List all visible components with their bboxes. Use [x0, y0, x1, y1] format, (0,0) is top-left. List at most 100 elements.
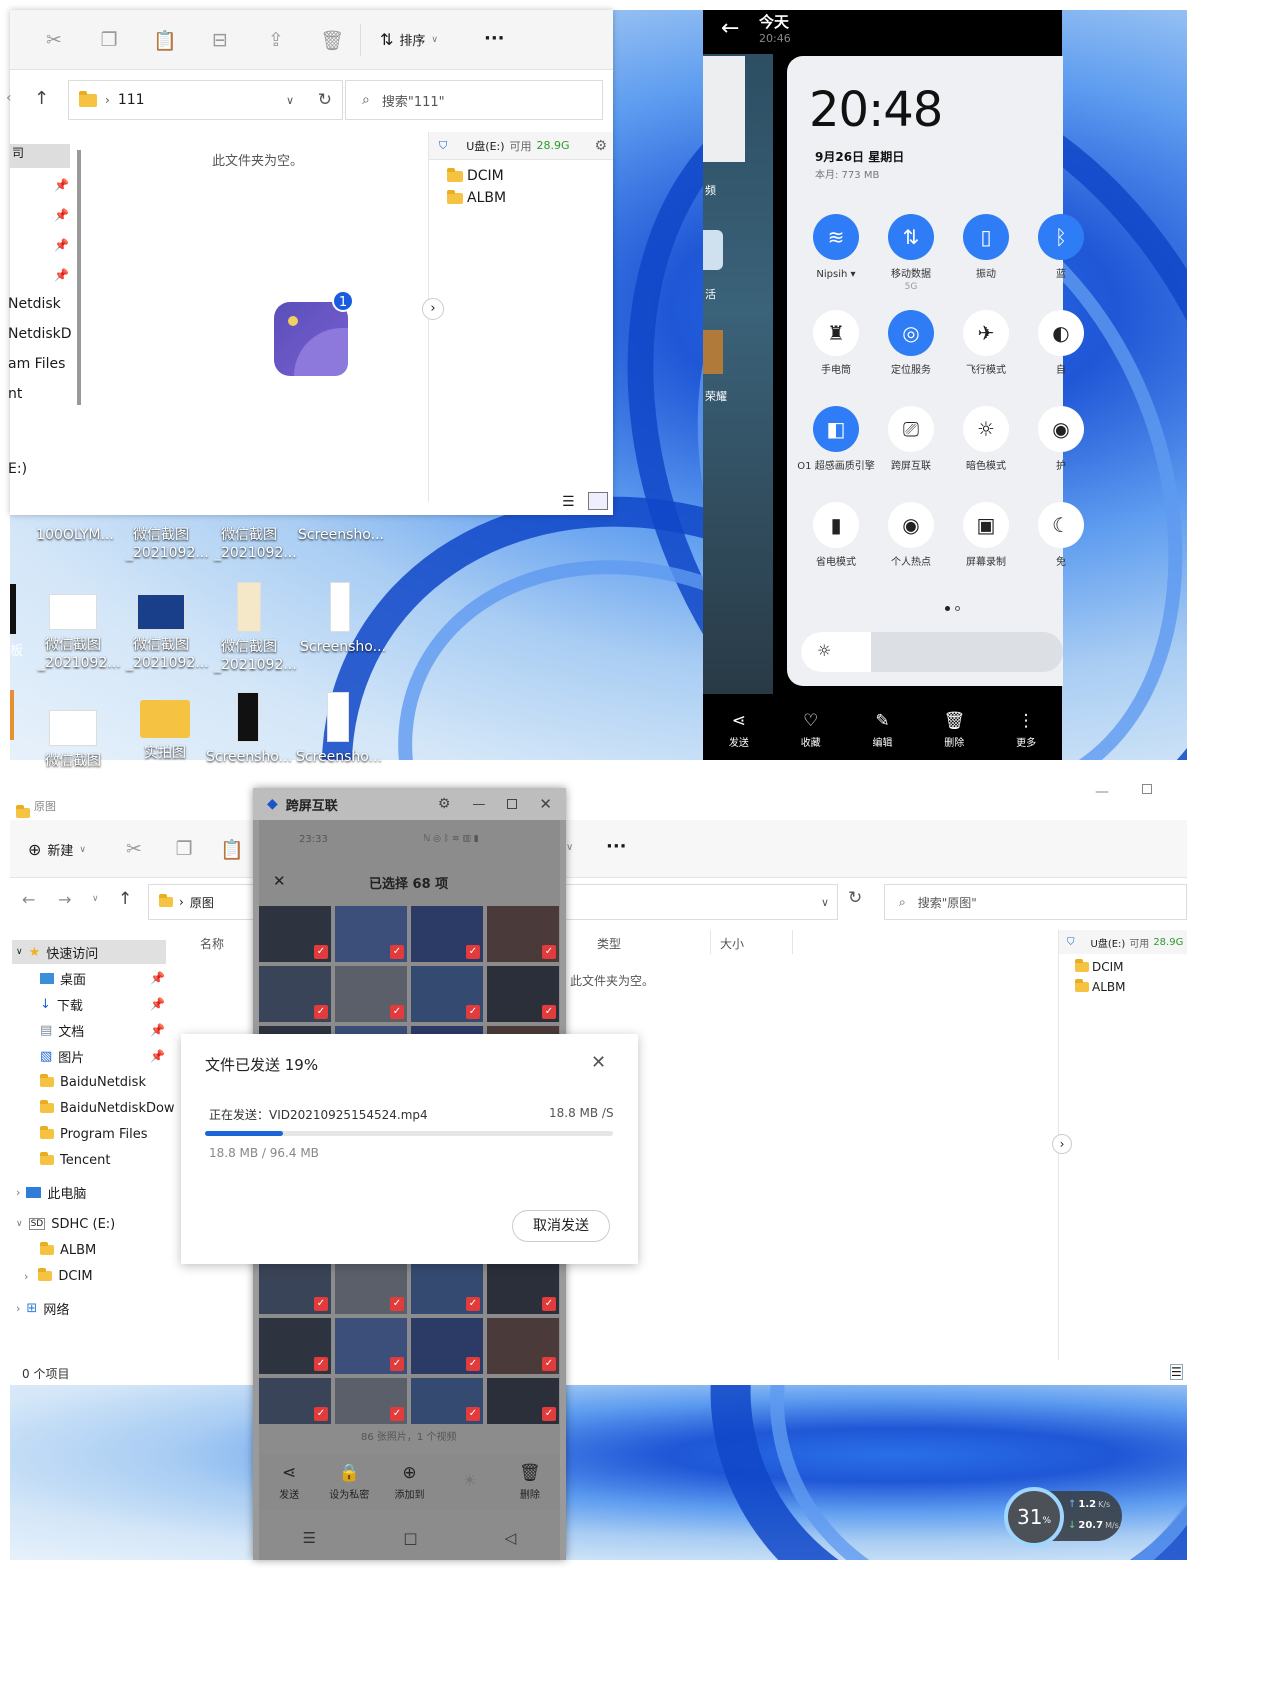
details-view-icon[interactable]: ☰: [1170, 1364, 1183, 1380]
home-square-icon[interactable]: □: [403, 1529, 417, 1547]
copy-icon[interactable]: ❐: [170, 835, 198, 863]
sidebar-item[interactable]: E:): [8, 461, 27, 477]
photo-thumbnail[interactable]: ✓: [259, 1258, 331, 1314]
new-button[interactable]: ⊕ 新建 ∨: [28, 840, 86, 859]
photo-thumbnail[interactable]: ✓: [259, 966, 331, 1022]
back-triangle-icon[interactable]: ◁: [505, 1529, 517, 1547]
checkbox-checked-icon[interactable]: ✓: [466, 1357, 480, 1371]
column-header-type[interactable]: 类型: [597, 935, 621, 952]
photo-thumbnail[interactable]: ✓: [259, 1318, 331, 1374]
brightness-slider[interactable]: ☼: [801, 632, 1063, 672]
sort-button[interactable]: ⇅ 排序 ∨: [380, 30, 438, 49]
photo-thumbnail[interactable]: ✓: [259, 1378, 331, 1424]
photo-thumbnail[interactable]: ✓: [411, 1258, 483, 1314]
sidebar-item-folder[interactable]: ALBM: [40, 1238, 96, 1262]
photo-thumbnail[interactable]: ✓: [411, 1318, 483, 1374]
add-to-button[interactable]: ⊕ 添加到: [384, 1463, 434, 1501]
checkbox-checked-icon[interactable]: ✓: [542, 945, 556, 959]
desktop-icon[interactable]: 实拍图: [130, 700, 200, 762]
desktop-icon[interactable]: 微信截图 _2021092...: [38, 594, 121, 672]
quick-setting-tile[interactable]: ◐ 自: [1021, 310, 1101, 377]
desktop-icon[interactable]: 微信截图 _2021092...: [214, 582, 297, 674]
more-button[interactable]: ···: [606, 836, 627, 857]
maximize-icon[interactable]: [507, 799, 518, 809]
quick-setting-tile[interactable]: ♜ 手电筒: [796, 310, 876, 377]
quick-setting-tile[interactable]: ▣ 屏幕录制: [946, 502, 1026, 569]
checkbox-checked-icon[interactable]: ✓: [542, 1297, 556, 1311]
quick-setting-tile[interactable]: ☼ 暗色模式: [946, 406, 1026, 473]
share-button[interactable]: ⋖ 发送: [264, 1463, 314, 1501]
address-bar[interactable]: › 111 ∨ ↻: [68, 80, 343, 120]
column-header-size[interactable]: 大小: [720, 935, 744, 952]
photo-thumbnail[interactable]: ✓: [335, 1378, 407, 1424]
usb-folder-item[interactable]: ALBM: [1059, 974, 1187, 994]
sidebar-selected-item[interactable]: 司: [10, 144, 70, 168]
photo-thumbnail[interactable]: ✓: [411, 906, 483, 962]
expand-panel-button[interactable]: ›: [422, 298, 444, 320]
sidebar-item-sdhc[interactable]: ∨ SD SDHC (E:): [16, 1212, 115, 1236]
minimize-icon[interactable]: —: [472, 797, 485, 812]
rename-icon[interactable]: ⊟: [206, 26, 234, 54]
recent-dropdown-icon[interactable]: ∨: [92, 894, 99, 904]
checkbox-checked-icon[interactable]: ✓: [390, 945, 404, 959]
photo-thumbnail[interactable]: ✓: [487, 966, 559, 1022]
quick-setting-tile[interactable]: ≋ Nipsih ▾: [796, 214, 876, 281]
desktop-icon[interactable]: 微信截图 _2021092...: [126, 594, 209, 672]
cancel-send-button[interactable]: 取消发送: [512, 1210, 610, 1242]
cut-icon[interactable]: ✂: [120, 835, 148, 863]
column-header-name[interactable]: 名称: [200, 935, 224, 952]
checkbox-checked-icon[interactable]: ✓: [466, 1005, 480, 1019]
checkbox-checked-icon[interactable]: ✓: [314, 1297, 328, 1311]
refresh-icon[interactable]: ↻: [318, 90, 332, 110]
up-arrow-icon[interactable]: ↑: [34, 88, 49, 109]
usb-folder-item[interactable]: ALBM: [429, 184, 613, 206]
quick-setting-tile[interactable]: ◎ 定位服务: [871, 310, 951, 377]
photo-thumbnail[interactable]: ✓: [487, 1378, 559, 1424]
photo-thumbnail[interactable]: ✓: [411, 966, 483, 1022]
phone-tool-button[interactable]: ⋮ 更多: [1001, 711, 1051, 749]
checkbox-checked-icon[interactable]: ✓: [542, 1357, 556, 1371]
photo-thumbnail[interactable]: ✓: [335, 1318, 407, 1374]
sidebar-item[interactable]: NetdiskD: [8, 326, 72, 342]
sidebar-scrollbar[interactable]: [77, 150, 81, 405]
quick-setting-tile[interactable]: ◉ 护: [1021, 406, 1101, 473]
photo-thumbnail[interactable]: ✓: [335, 1258, 407, 1314]
sidebar-item[interactable]: Netdisk: [8, 296, 61, 312]
phone-tool-button[interactable]: 🗑 删除: [929, 711, 979, 749]
quick-setting-tile[interactable]: ✈ 飞行模式: [946, 310, 1026, 377]
search-box[interactable]: ⌕ 搜索"原图": [884, 884, 1187, 920]
settings-gear-icon[interactable]: ⚙: [594, 138, 607, 154]
quick-setting-tile[interactable]: ☾ 免: [1021, 502, 1101, 569]
close-icon[interactable]: ✕: [591, 1052, 606, 1073]
photo-thumbnail[interactable]: ✓: [487, 1318, 559, 1374]
checkbox-checked-icon[interactable]: ✓: [314, 1407, 328, 1421]
share-icon[interactable]: ⇪: [262, 26, 290, 54]
photo-thumbnail[interactable]: ✓: [335, 966, 407, 1022]
desktop-icon[interactable]: 100OLYM...: [35, 526, 115, 544]
expand-panel-button[interactable]: ›: [1052, 1134, 1072, 1154]
copy-icon[interactable]: ❐: [95, 26, 123, 54]
desktop-icon[interactable]: Screensho...: [206, 692, 292, 766]
tiles-view-icon[interactable]: [588, 492, 608, 510]
sidebar-item-documents[interactable]: ▤ 文档 📌: [40, 1018, 165, 1042]
photo-thumbnail[interactable]: ✓: [259, 906, 331, 962]
sidebar-item-folder[interactable]: BaiduNetdiskDow: [40, 1096, 175, 1120]
checkbox-checked-icon[interactable]: ✓: [390, 1005, 404, 1019]
quick-setting-tile[interactable]: ◧ O1 超感画质引擎: [796, 406, 876, 473]
photo-thumbnail[interactable]: ✓: [487, 1258, 559, 1314]
quick-setting-tile[interactable]: ⎚ 跨屏互联: [871, 406, 951, 473]
checkbox-checked-icon[interactable]: ✓: [390, 1357, 404, 1371]
search-box[interactable]: ⌕ 搜索"111": [345, 80, 603, 120]
delete-icon[interactable]: 🗑: [318, 26, 346, 54]
quick-setting-tile[interactable]: ᛒ蓝: [1021, 214, 1101, 281]
settings-gear-icon[interactable]: ⚙: [438, 796, 451, 812]
chevron-down-icon[interactable]: ∨: [566, 842, 573, 853]
refresh-icon[interactable]: ↻: [848, 888, 862, 908]
sidebar-item-folder[interactable]: BaiduNetdisk: [40, 1070, 146, 1094]
sidebar-item-this-pc[interactable]: › 此电脑: [16, 1180, 86, 1204]
minimize-icon[interactable]: —: [1095, 784, 1109, 800]
quick-setting-tile[interactable]: ◉ 个人热点: [871, 502, 951, 569]
paste-icon[interactable]: 📋: [218, 835, 246, 863]
delete-button[interactable]: 🗑 删除: [505, 1463, 555, 1501]
quick-setting-tile[interactable]: ▮ 省电模式: [796, 502, 876, 569]
